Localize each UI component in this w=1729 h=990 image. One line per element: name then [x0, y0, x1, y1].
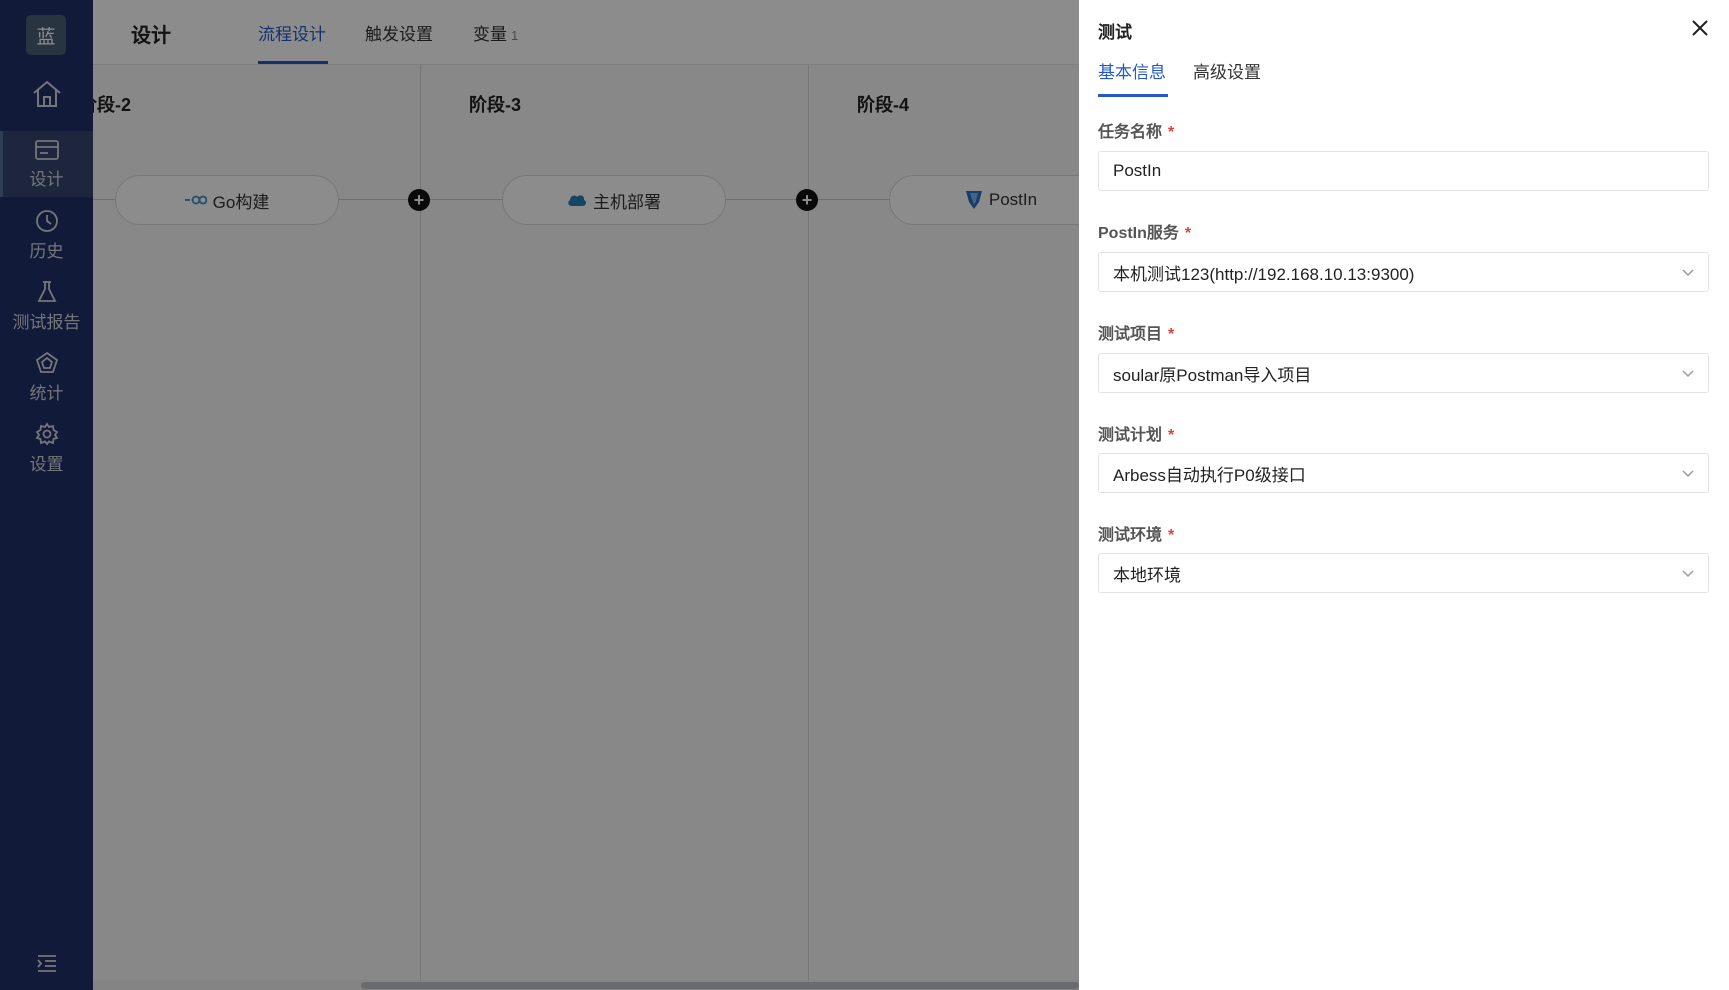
- test-project-select[interactable]: soular原Postman导入项目: [1098, 353, 1709, 393]
- field-label-postin-service: PostIn服务 *: [1098, 219, 1191, 243]
- field-label-test-environment: 测试环境 *: [1098, 521, 1174, 545]
- chevron-down-icon: [1682, 269, 1694, 277]
- select-value: soular原Postman导入项目: [1113, 365, 1312, 385]
- field-label-text: 测试项目: [1098, 326, 1163, 343]
- chevron-down-icon: [1682, 370, 1694, 378]
- close-icon: [1692, 20, 1708, 36]
- test-environment-select[interactable]: 本地环境: [1098, 553, 1709, 593]
- required-mark: *: [1168, 326, 1175, 343]
- select-value: 本机测试123(http://192.168.10.13:9300): [1113, 264, 1415, 284]
- chevron-down-icon: [1682, 470, 1694, 478]
- select-value: Arbess自动执行P0级接口: [1113, 465, 1306, 485]
- field-label-text: PostIn服务: [1098, 225, 1179, 242]
- tab-advanced-settings[interactable]: 高级设置: [1193, 58, 1261, 83]
- drawer-title: 测试: [1098, 23, 1132, 42]
- field-label-text: 测试计划: [1098, 427, 1163, 444]
- chevron-down-icon: [1682, 570, 1694, 578]
- required-mark: *: [1184, 225, 1192, 242]
- active-tab-indicator: [1098, 94, 1168, 97]
- close-button[interactable]: [1688, 16, 1712, 40]
- field-label-test-project: 测试项目 *: [1098, 320, 1174, 344]
- task-config-drawer: 测试 基本信息 高级设置 任务名称 * PostIn服务 * 本机测试123(htt…: [1079, 0, 1729, 990]
- tab-basic-info[interactable]: 基本信息: [1098, 58, 1166, 83]
- postin-service-select[interactable]: 本机测试123(http://192.168.10.13:9300): [1098, 252, 1709, 292]
- field-label-task-name: 任务名称 *: [1098, 118, 1174, 142]
- field-label-test-plan: 测试计划 *: [1098, 421, 1174, 445]
- required-mark: *: [1168, 527, 1175, 544]
- task-name-field[interactable]: [1098, 151, 1709, 191]
- field-label-text: 任务名称: [1098, 124, 1163, 141]
- modal-overlay[interactable]: [0, 0, 1079, 990]
- test-plan-select[interactable]: Arbess自动执行P0级接口: [1098, 453, 1709, 493]
- select-value: 本地环境: [1113, 565, 1181, 585]
- task-name-input[interactable]: [1113, 161, 1708, 181]
- required-mark: *: [1168, 427, 1175, 444]
- required-mark: *: [1168, 124, 1175, 141]
- field-label-text: 测试环境: [1098, 527, 1163, 544]
